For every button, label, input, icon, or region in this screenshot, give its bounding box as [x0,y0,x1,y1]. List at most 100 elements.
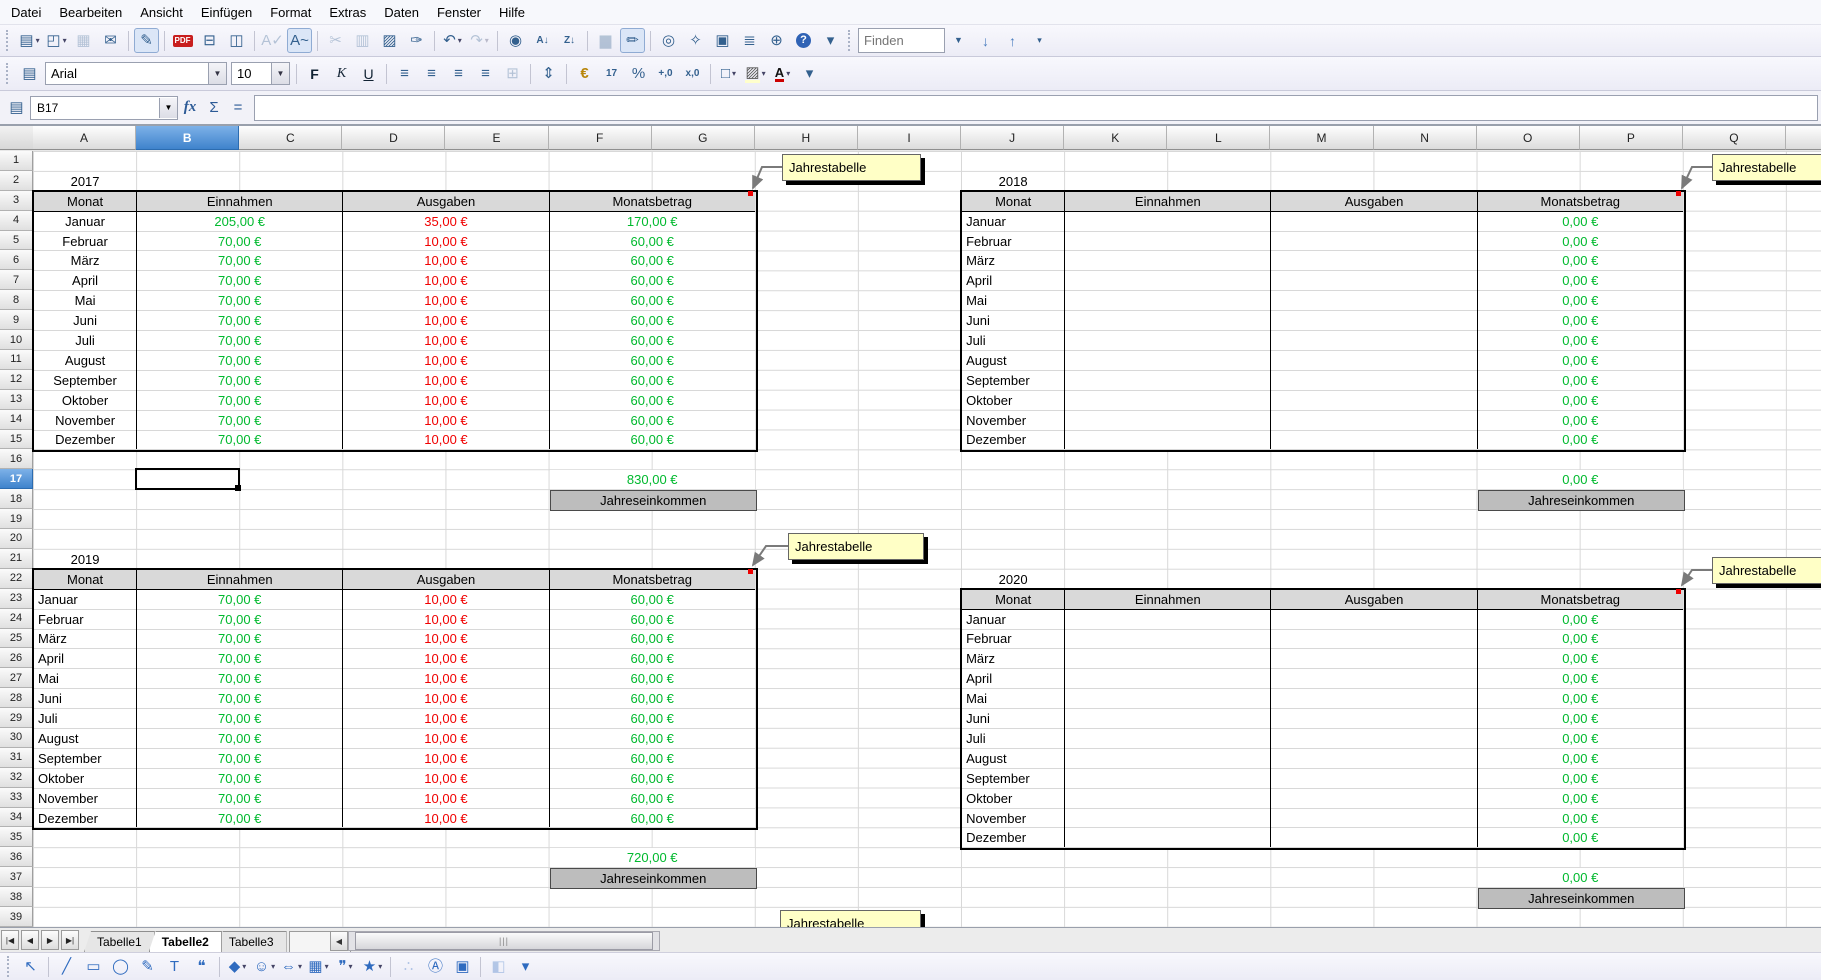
scroll-left-button[interactable]: ◀ [330,931,348,951]
undo-dropdown-icon[interactable]: ▾ [458,37,462,45]
row-header-10[interactable]: 10 [0,330,33,350]
hyperlink-button[interactable]: ◉ [503,28,528,53]
font-size-dropdown-icon[interactable]: ▼ [271,63,289,84]
bold-button[interactable]: F [302,61,327,86]
date-format-button[interactable]: 17 [599,61,624,86]
first-sheet-button[interactable]: |◀ [1,930,19,950]
symbol-shapes-dropdown-icon[interactable]: ▾ [271,963,275,971]
equals-button[interactable]: = [226,97,250,119]
menu-hilfe[interactable]: Hilfe [490,2,534,23]
row-header-12[interactable]: 12 [0,370,33,390]
sum-button[interactable]: Σ [202,97,226,119]
ellipse-button[interactable]: ◯ [108,954,133,979]
column-header-D[interactable]: D [342,126,445,150]
formatting-toolbar-handle[interactable] [6,63,12,84]
overflow-icon[interactable]: ▾ [818,28,843,53]
sort-descending-button[interactable]: Z↓ [557,28,582,53]
paste-button[interactable]: ▨ [377,28,402,53]
column-header-partial[interactable] [1786,126,1821,150]
function-wizard-button[interactable]: fx [178,97,202,119]
align-justify-button[interactable]: ≡ [473,61,498,86]
align-right-button[interactable]: ≡ [446,61,471,86]
borders-dropdown-icon[interactable]: ▾ [732,70,736,78]
export-pdf-button[interactable]: PDF [170,28,195,53]
column-header-Q[interactable]: Q [1683,126,1786,150]
jahres-total-cell[interactable]: 0,00 € [1478,470,1683,489]
row-header-28[interactable]: 28 [0,688,33,708]
row-header-32[interactable]: 32 [0,768,33,788]
row-header-37[interactable]: 37 [0,867,33,887]
help-button[interactable]: ? [791,28,816,53]
jahrestabelle-note[interactable]: Jahrestabelle [788,533,924,560]
row-header-30[interactable]: 30 [0,728,33,748]
stars-button[interactable]: ★▾ [360,954,385,979]
callout-shapes-dropdown-icon[interactable]: ▾ [349,963,353,971]
row-header-19[interactable]: 19 [0,509,33,529]
rectangle-button[interactable]: ▭ [81,954,106,979]
find-toolbar-handle[interactable] [848,30,854,51]
row-header-23[interactable]: 23 [0,589,33,609]
last-sheet-button[interactable]: ▶| [61,930,79,950]
column-header-H[interactable]: H [755,126,858,150]
menu-fenster[interactable]: Fenster [428,2,490,23]
row-header-31[interactable]: 31 [0,748,33,768]
zoom-button[interactable]: ⊕ [764,28,789,53]
sheet-tab-tabelle2[interactable]: Tabelle2 [149,931,222,952]
row-header-13[interactable]: 13 [0,390,33,410]
underline-button[interactable]: U [356,61,381,86]
row-header-27[interactable]: 27 [0,668,33,688]
sheet-tab-tabelle3[interactable]: Tabelle3 [216,931,287,952]
align-left-button[interactable]: ≡ [392,61,417,86]
flowchart-dropdown-icon[interactable]: ▾ [325,963,329,971]
gallery-button[interactable]: ▣ [710,28,735,53]
undo-button[interactable]: ↶▾ [440,28,465,53]
column-header-K[interactable]: K [1064,126,1167,150]
column-header-E[interactable]: E [445,126,548,150]
menu-extras[interactable]: Extras [320,2,375,23]
new-document-button[interactable]: ▤▾ [17,28,42,53]
redo-dropdown-icon[interactable]: ▾ [485,37,489,45]
menu-einfügen[interactable]: Einfügen [192,2,261,23]
sheet-tab-tabelle1[interactable]: Tabelle1 [84,931,155,952]
font-name-combo[interactable]: Arial▼ [45,62,227,85]
column-header-J[interactable]: J [961,126,1064,150]
previous-sheet-button[interactable]: ◀ [21,930,39,950]
insert-from-file-button[interactable]: ▣ [450,954,475,979]
menu-datei[interactable]: Datei [2,2,50,23]
row-header-5[interactable]: 5 [0,231,33,251]
menu-bearbeiten[interactable]: Bearbeiten [50,2,131,23]
row-header-18[interactable]: 18 [0,489,33,509]
freeform-line-button[interactable]: ✎ [135,954,160,979]
formula-input-line[interactable] [254,95,1818,121]
row-header-26[interactable]: 26 [0,648,33,668]
column-header-B[interactable]: B [136,126,239,150]
row-header-17[interactable]: 17 [0,469,33,489]
jahreseinkommen-label[interactable]: Jahreseinkommen [550,490,757,511]
column-header-P[interactable]: P [1580,126,1683,150]
flowchart-button[interactable]: ▦▾ [306,954,331,979]
toolbar-handle[interactable] [6,30,12,51]
row-header-1[interactable]: 1 [0,151,33,171]
jahrestabelle-note[interactable]: Jahrestabelle [1712,557,1821,584]
column-header-C[interactable]: C [239,126,342,150]
column-header-F[interactable]: F [549,126,652,150]
row-header-36[interactable]: 36 [0,847,33,867]
find-up-button[interactable]: ↑ [1000,28,1025,53]
jahres-total-cell[interactable]: 720,00 € [550,848,755,867]
sort-ascending-button[interactable]: A↓ [530,28,555,53]
row-header-8[interactable]: 8 [0,290,33,310]
stars-dropdown-icon[interactable]: ▾ [378,963,382,971]
row-header-35[interactable]: 35 [0,827,33,847]
column-header-O[interactable]: O [1477,126,1580,150]
row-header-9[interactable]: 9 [0,310,33,330]
basic-shapes-dropdown-icon[interactable]: ▾ [242,963,246,971]
row-header-33[interactable]: 33 [0,788,33,808]
print-button[interactable]: ⊟ [197,28,222,53]
new-document-dropdown-icon[interactable]: ▾ [36,37,40,45]
block-arrows-dropdown-icon[interactable]: ▾ [298,963,302,971]
find-input-dropdown-icon[interactable]: ▼ [946,28,971,53]
find-down-button[interactable]: ↓ [973,28,998,53]
borders-button[interactable]: □▾ [716,61,741,86]
jahrestabelle-note[interactable]: Jahrestabelle [1712,154,1821,181]
row-header-4[interactable]: 4 [0,211,33,231]
